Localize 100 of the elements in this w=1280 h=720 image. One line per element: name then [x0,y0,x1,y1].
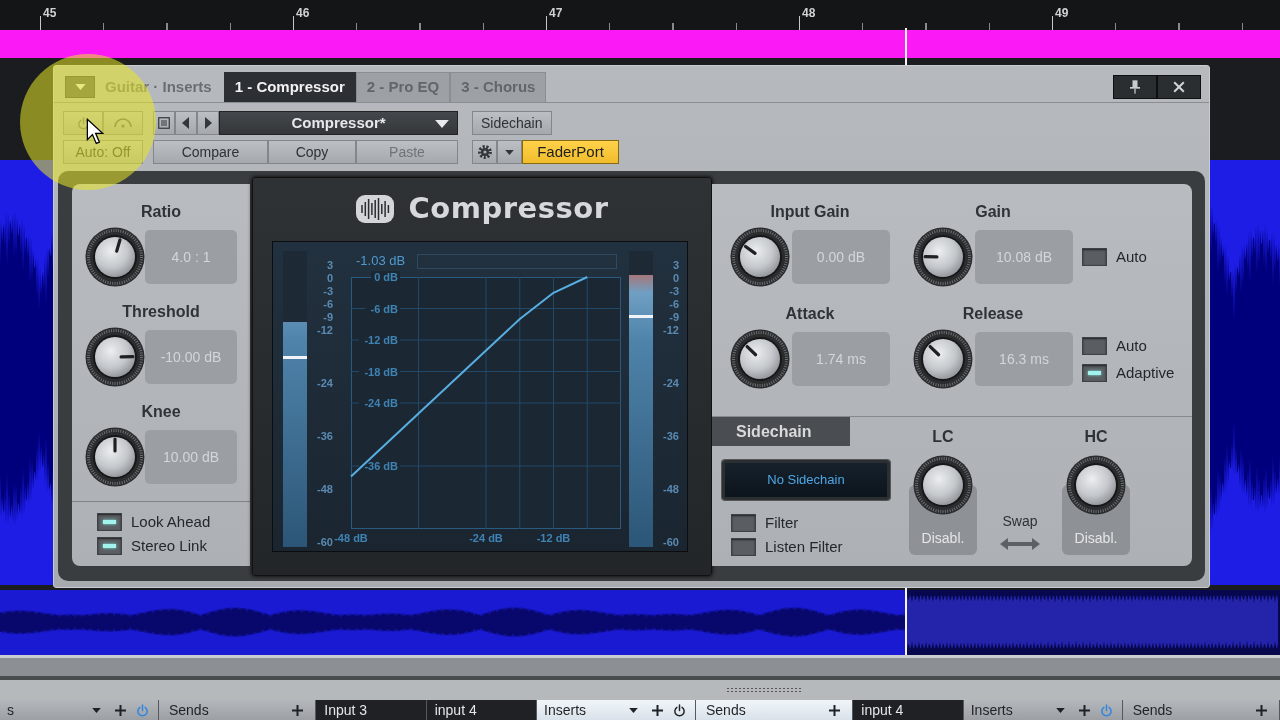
horizontal-scrollbar[interactable] [0,655,1280,680]
value-display: 10.00 dB [145,430,237,484]
axis-label: -24 dB [469,532,503,544]
inserts-button[interactable]: Inserts [537,700,696,720]
meter-scale-label: -36 [663,430,679,443]
bar-number: 48 [801,7,816,20]
caret-icon [1055,707,1065,713]
knob-pointer[interactable] [927,344,941,357]
knob-label: Gain [974,202,1012,222]
checkbox[interactable] [1082,248,1107,266]
close-button[interactable] [1157,75,1201,99]
axis-label: -18 dB [364,365,398,378]
playhead-line [905,588,907,655]
power-icon [1099,703,1113,717]
sends-button[interactable]: Sends [158,700,317,720]
knob[interactable] [85,327,145,387]
checkbox[interactable] [97,513,122,531]
toolbar-button[interactable]: Copy [268,140,356,164]
knob-pointer[interactable] [744,344,758,357]
knob[interactable] [913,227,973,287]
axis-label: -6 dB [370,302,398,315]
double-arrow-icon [1000,538,1040,550]
plus-icon [114,704,126,716]
sends-button[interactable]: Sends [1122,700,1280,720]
settings-icon [477,145,492,159]
device-button[interactable]: FaderPort [522,140,619,164]
checkbox[interactable] [731,538,756,556]
caret-icon [505,149,514,155]
knob-label: Attack [784,304,836,324]
meter-scale-label: 3 [326,259,333,272]
toolbar-button[interactable]: Compare [153,140,268,164]
input-selector[interactable]: input 4 [426,700,538,720]
bar-number: 45 [42,7,57,20]
sends-button[interactable]: Sends [696,700,854,720]
close-icon [1173,81,1185,93]
knob-pointer[interactable] [923,255,939,259]
power-icon [135,703,149,717]
knob-pointer[interactable] [743,244,758,256]
knob-pointer[interactable] [114,237,122,254]
next-button[interactable] [197,111,219,135]
caret-icon [435,120,449,128]
previous-button[interactable] [175,111,197,135]
knob-label: Knee [140,402,182,422]
checkbox-label: Auto [1116,336,1147,355]
meter-scale-label: -24 [317,377,333,390]
checkbox-label: Listen Filter [765,538,843,556]
preset-dropdown[interactable]: Compressor* [219,111,458,135]
checkbox[interactable] [1082,336,1107,355]
knob-label: Ratio [140,202,182,222]
meter-scale-label: -48 [317,483,333,496]
right-arrow-icon [204,117,212,129]
playhead-line [905,28,907,65]
arc-icon [113,118,133,128]
inserts-button[interactable]: Inserts [963,700,1123,720]
sidechain-button[interactable]: Sidechain [472,111,552,135]
knob-label: LC [932,427,954,447]
pin-button[interactable] [1113,75,1157,99]
axis-label: -24 dB [364,397,398,409]
meter-scale-label: -3 [669,285,679,298]
checkbox-label: Stereo Link [131,537,207,555]
preset-list-button[interactable] [153,111,175,135]
inserts-button[interactable]: s [0,700,159,720]
knob[interactable] [730,329,790,389]
checkbox-label: Auto [1116,248,1147,266]
tab[interactable]: 1 - Compressor [223,72,356,102]
input-selector[interactable]: Input 3 [316,700,427,720]
checkbox-label: Adaptive [1116,363,1175,382]
plugin-name: Compressor [408,189,609,227]
meter-scale-label: -24 [663,377,679,390]
axis-label: 0 dB [374,271,398,283]
axis-label: -36 dB [364,460,398,472]
knob-pointer[interactable] [113,437,117,453]
power-icon [673,703,686,717]
sidechain-source-button[interactable]: No Sidechain [722,460,890,500]
checkbox[interactable] [731,514,756,532]
knob-pointer[interactable] [119,355,135,359]
list-icon [158,117,170,129]
value-display: 4.0 : 1 [145,230,237,284]
knob[interactable] [730,227,790,287]
power-icon [76,116,90,130]
checkbox[interactable] [97,537,122,555]
checkbox[interactable] [1082,363,1107,382]
knob[interactable] [85,227,145,287]
meter-scale-label: -36 [317,430,333,443]
gain-reduction-readout: -1.03 dB [355,252,406,271]
dropdown-button[interactable] [497,140,522,164]
knob[interactable] [913,329,973,389]
plus-icon [829,704,841,716]
wave-logo-icon [355,194,394,223]
left-arrow-icon [182,117,190,129]
settings-button[interactable] [472,140,497,164]
knob[interactable] [85,427,145,487]
caret-icon [629,707,638,713]
meter-scale-label: 0 [326,272,333,285]
input-selector[interactable]: input 4 [853,700,964,720]
meter-scale-label: -12 [317,324,333,337]
checkbox-label: Look Ahead [131,513,211,531]
value-display: 10.08 dB [975,230,1073,284]
meter-scale-label: -60 [317,536,333,549]
value-display: 0.00 dB [792,230,890,284]
